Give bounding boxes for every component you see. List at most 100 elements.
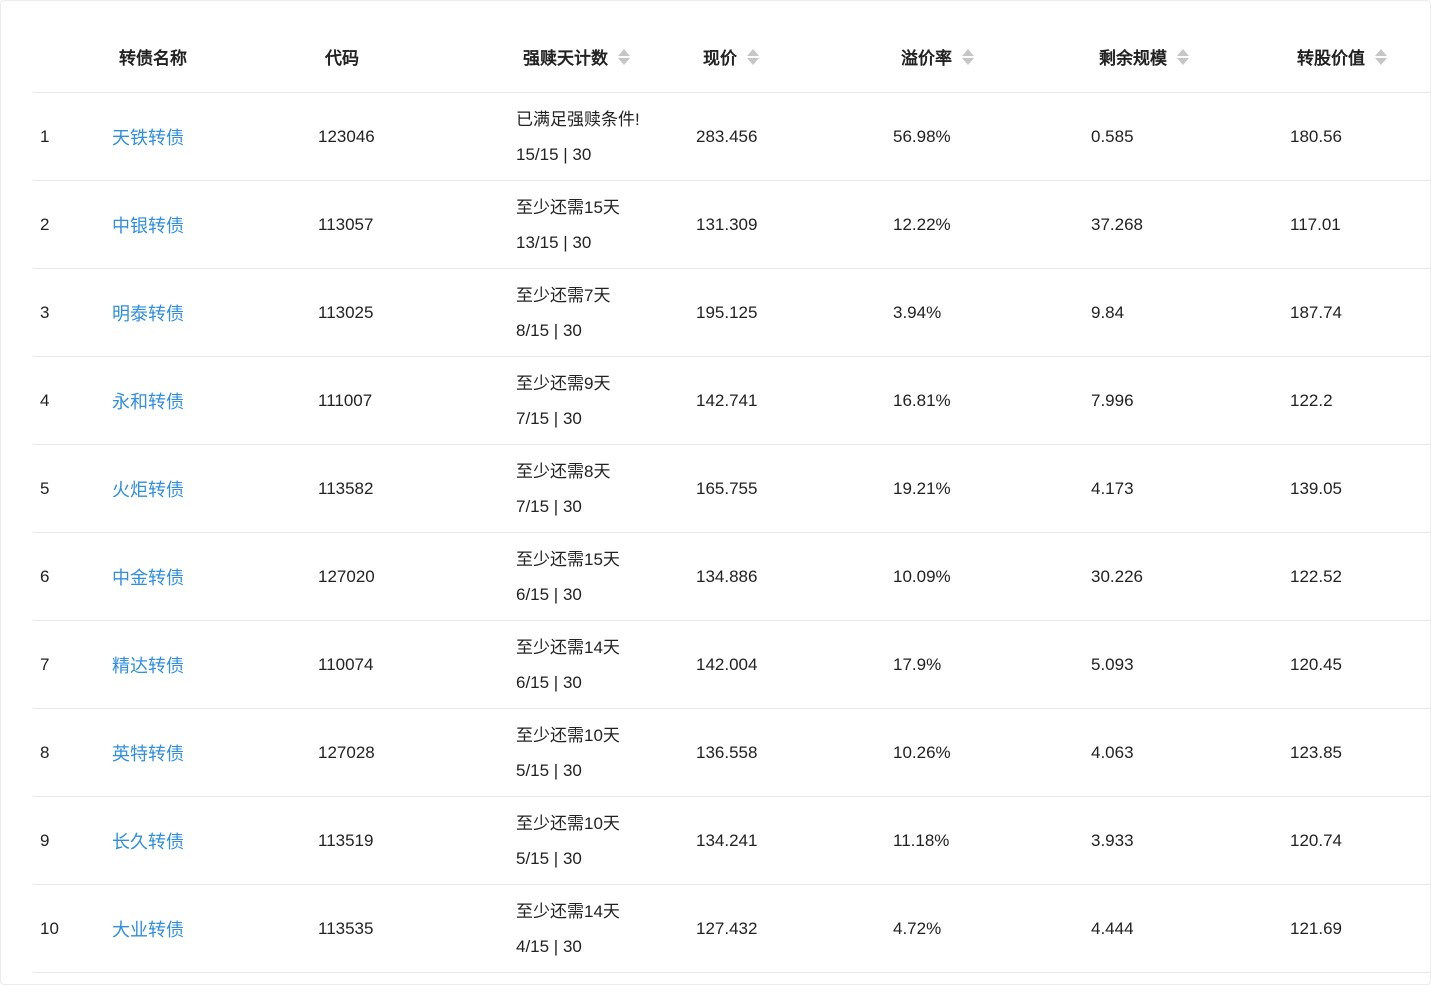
column-header-label: 现价 <box>703 49 737 68</box>
bond-name-link[interactable]: 中金转债 <box>112 533 184 620</box>
row-index: 2 <box>40 214 50 234</box>
price: 134.241 <box>696 830 758 850</box>
column-header-premium[interactable]: 溢价率 <box>901 44 974 69</box>
conversion-value: 121.69 <box>1290 918 1342 938</box>
redeem-count: 13/15 | 30 <box>516 232 592 252</box>
price: 134.886 <box>696 566 758 586</box>
sort-descending-icon[interactable] <box>1177 57 1189 65</box>
sort-ascending-icon[interactable] <box>1177 48 1189 56</box>
premium-rate: 12.22% <box>893 214 951 234</box>
premium-rate: 56.98% <box>893 126 951 146</box>
table-row: 2 中银转债 113057 至少还需15天 13/15 | 30 131.309… <box>33 181 1431 269</box>
row-index: 1 <box>40 126 50 146</box>
row-index: 8 <box>40 742 50 762</box>
redeem-status: 已满足强赎条件! <box>516 109 640 129</box>
bond-name-link[interactable]: 英特转债 <box>112 709 184 796</box>
remaining-scale: 4.173 <box>1091 478 1134 498</box>
premium-rate: 19.21% <box>893 478 951 498</box>
redeem-status-cell: 至少还需10天 5/15 | 30 <box>516 797 620 884</box>
column-header-price[interactable]: 现价 <box>703 44 759 69</box>
remaining-scale: 5.093 <box>1091 654 1134 674</box>
redeem-status-cell: 至少还需14天 6/15 | 30 <box>516 621 620 708</box>
redeem-status-cell: 至少还需7天 8/15 | 30 <box>516 269 610 356</box>
bond-name-link[interactable]: 明泰转债 <box>112 269 184 356</box>
bond-code: 127020 <box>318 566 375 586</box>
sort-icon[interactable] <box>747 48 759 65</box>
premium-rate: 16.81% <box>893 390 951 410</box>
price: 142.741 <box>696 390 758 410</box>
redeem-status-cell: 至少还需15天 6/15 | 30 <box>516 533 620 620</box>
price: 127.432 <box>696 918 758 938</box>
bond-name-link[interactable]: 中银转债 <box>112 181 184 268</box>
redeem-status: 至少还需10天 <box>516 813 620 833</box>
sort-descending-icon[interactable] <box>962 57 974 65</box>
bond-name-link[interactable]: 永和转债 <box>112 357 184 444</box>
price: 165.755 <box>696 478 758 498</box>
premium-rate: 11.18% <box>893 830 950 850</box>
table-row: 3 明泰转债 113025 至少还需7天 8/15 | 30 195.125 3… <box>33 269 1431 357</box>
redeem-count: 7/15 | 30 <box>516 496 582 516</box>
column-header-label: 强赎天计数 <box>523 49 608 68</box>
table-row: 10 大业转债 113535 至少还需14天 4/15 | 30 127.432… <box>33 885 1431 973</box>
remaining-scale: 4.063 <box>1091 742 1134 762</box>
sort-ascending-icon[interactable] <box>962 48 974 56</box>
bond-name-link[interactable]: 火炬转债 <box>112 445 184 532</box>
table-row: 8 英特转债 127028 至少还需10天 5/15 | 30 136.558 … <box>33 709 1431 797</box>
price: 142.004 <box>696 654 758 674</box>
sort-descending-icon[interactable] <box>618 57 630 65</box>
remaining-scale: 4.444 <box>1091 918 1134 938</box>
column-header-label: 溢价率 <box>901 49 952 68</box>
bond-code: 123046 <box>318 126 375 146</box>
bond-name-link[interactable]: 天铁转债 <box>112 93 184 180</box>
row-index: 7 <box>40 654 50 674</box>
sort-ascending-icon[interactable] <box>747 48 759 56</box>
column-header-conversion-value[interactable]: 转股价值 <box>1297 44 1387 69</box>
conversion-value: 187.74 <box>1290 302 1342 322</box>
sort-ascending-icon[interactable] <box>1375 48 1387 56</box>
premium-rate: 3.94% <box>893 302 942 322</box>
sort-icon[interactable] <box>1375 48 1387 65</box>
bond-name-link[interactable]: 长久转债 <box>112 797 184 884</box>
conversion-value: 122.2 <box>1290 390 1333 410</box>
table-row: 9 长久转债 113519 至少还需10天 5/15 | 30 134.241 … <box>33 797 1431 885</box>
sort-icon[interactable] <box>1177 48 1189 65</box>
remaining-scale: 0.585 <box>1091 126 1134 146</box>
column-header-label: 转股价值 <box>1297 49 1365 68</box>
sort-icon[interactable] <box>618 48 630 65</box>
bond-code: 110074 <box>318 654 374 674</box>
redeem-count: 6/15 | 30 <box>516 672 582 692</box>
column-header-scale[interactable]: 剩余规模 <box>1099 44 1189 69</box>
sort-descending-icon[interactable] <box>747 57 759 65</box>
redeem-status-cell: 至少还需9天 7/15 | 30 <box>516 357 610 444</box>
price: 195.125 <box>696 302 758 322</box>
bond-code: 113535 <box>318 918 374 938</box>
bond-name-link[interactable]: 大业转债 <box>112 885 184 972</box>
redeem-count: 15/15 | 30 <box>516 144 592 164</box>
bond-code: 127028 <box>318 742 375 762</box>
remaining-scale: 30.226 <box>1091 566 1143 586</box>
redeem-status: 至少还需8天 <box>516 461 611 481</box>
redeem-status: 至少还需15天 <box>516 197 620 217</box>
column-header-redeem-days[interactable]: 强赎天计数 <box>523 44 630 69</box>
conversion-value: 120.74 <box>1290 830 1342 850</box>
redeem-count: 8/15 | 30 <box>516 320 582 340</box>
table-row: 1 天铁转债 123046 已满足强赎条件! 15/15 | 30 283.45… <box>33 93 1431 181</box>
premium-rate: 10.26% <box>893 742 951 762</box>
bond-code: 111007 <box>318 390 373 410</box>
bond-name-link[interactable]: 精达转债 <box>112 621 184 708</box>
column-header-label: 代码 <box>325 49 359 68</box>
redeem-status: 至少还需14天 <box>516 637 620 657</box>
redeem-status-cell: 至少还需14天 4/15 | 30 <box>516 885 620 972</box>
row-index: 6 <box>40 566 50 586</box>
redeem-status-cell: 至少还需8天 7/15 | 30 <box>516 445 610 532</box>
premium-rate: 10.09% <box>893 566 951 586</box>
table-header: 转债名称 代码 强赎天计数 现价 溢价率 剩余规模 转股价值 <box>33 0 1431 93</box>
row-index: 5 <box>40 478 50 498</box>
table-row: 6 中金转债 127020 至少还需15天 6/15 | 30 134.886 … <box>33 533 1431 621</box>
sort-ascending-icon[interactable] <box>618 48 630 56</box>
sort-descending-icon[interactable] <box>1375 57 1387 65</box>
sort-icon[interactable] <box>962 48 974 65</box>
premium-rate: 4.72% <box>893 918 942 938</box>
remaining-scale: 37.268 <box>1091 214 1143 234</box>
redeem-status-cell: 至少还需15天 13/15 | 30 <box>516 181 620 268</box>
